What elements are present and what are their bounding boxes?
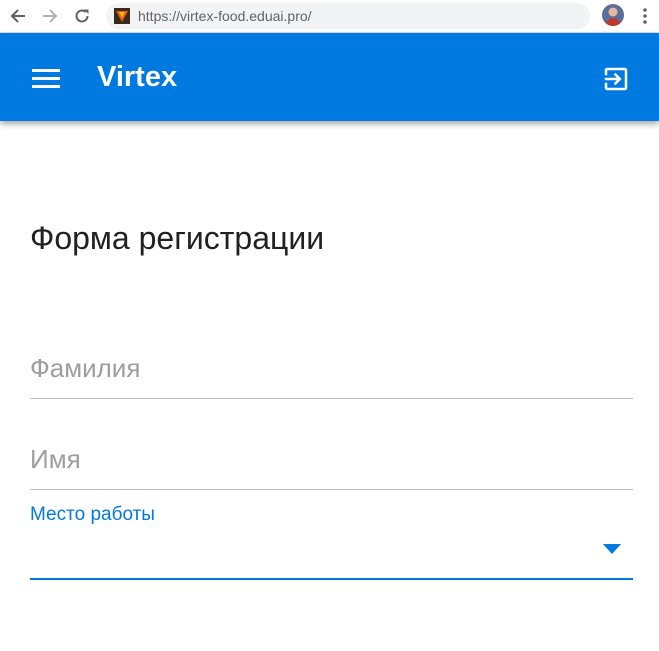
profile-avatar[interactable]	[602, 4, 624, 26]
url-text: https://virtex-food.eduai.pro/	[138, 8, 312, 24]
workplace-label: Место работы	[30, 504, 155, 525]
workplace-select[interactable]: Место работы	[30, 500, 633, 580]
browser-toolbar: https://virtex-food.eduai.pro/	[0, 0, 659, 33]
page-title: Форма регистрации	[30, 220, 325, 256]
browser-menu-icon[interactable]	[638, 6, 652, 26]
surname-input[interactable]	[30, 340, 633, 396]
logout-icon[interactable]	[601, 64, 631, 94]
caret-down-icon[interactable]	[603, 541, 621, 554]
back-icon[interactable]	[8, 6, 28, 26]
hamburger-menu-icon[interactable]	[32, 68, 60, 88]
name-input[interactable]	[30, 431, 633, 487]
name-field	[30, 431, 633, 490]
surname-field	[30, 340, 633, 399]
forward-icon[interactable]	[40, 6, 60, 26]
app-title: Virtex	[97, 61, 178, 93]
app-header: Virtex	[0, 33, 659, 121]
address-bar[interactable]: https://virtex-food.eduai.pro/	[106, 3, 590, 29]
site-favicon-icon	[114, 8, 130, 24]
reload-icon[interactable]	[72, 6, 92, 26]
